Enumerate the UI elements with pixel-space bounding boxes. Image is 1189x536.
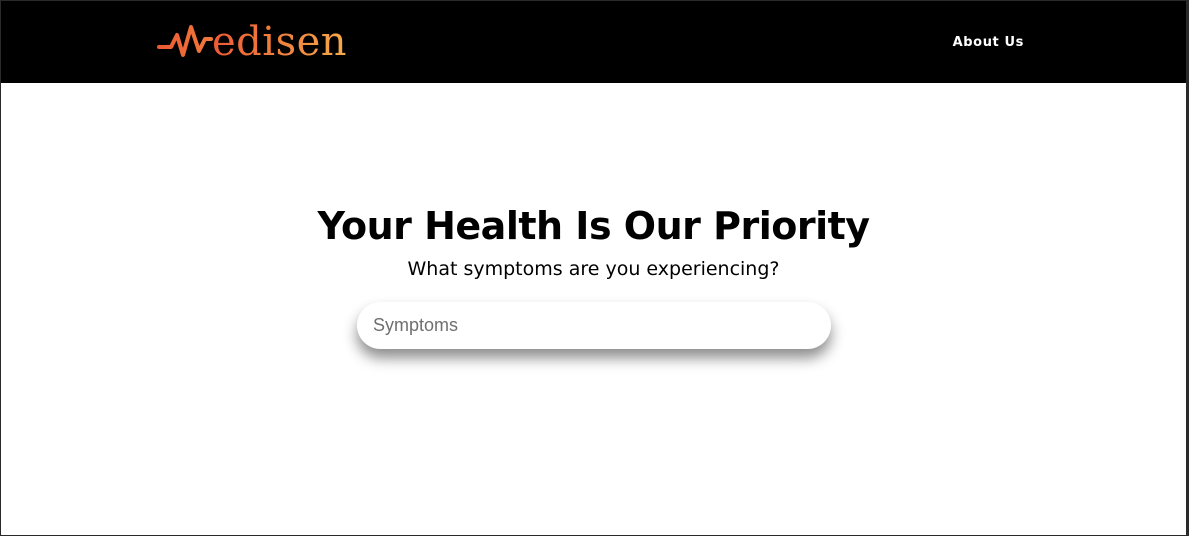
page-title: Your Health Is Our Priority (317, 204, 870, 248)
brand-logo[interactable]: edisen (157, 15, 367, 67)
app-window: edisen About Us Your Health Is Our Prior… (0, 0, 1189, 536)
navbar: edisen About Us (1, 1, 1186, 83)
page-subtitle: What symptoms are you experiencing? (407, 258, 780, 280)
nav-about-us-link[interactable]: About Us (953, 35, 1024, 50)
symptoms-input[interactable] (357, 302, 831, 349)
symptoms-search-box (357, 302, 831, 349)
heartbeat-m-icon (157, 21, 213, 61)
hero-section: Your Health Is Our Priority What symptom… (1, 197, 1186, 283)
brand-name: edisen (212, 19, 348, 65)
